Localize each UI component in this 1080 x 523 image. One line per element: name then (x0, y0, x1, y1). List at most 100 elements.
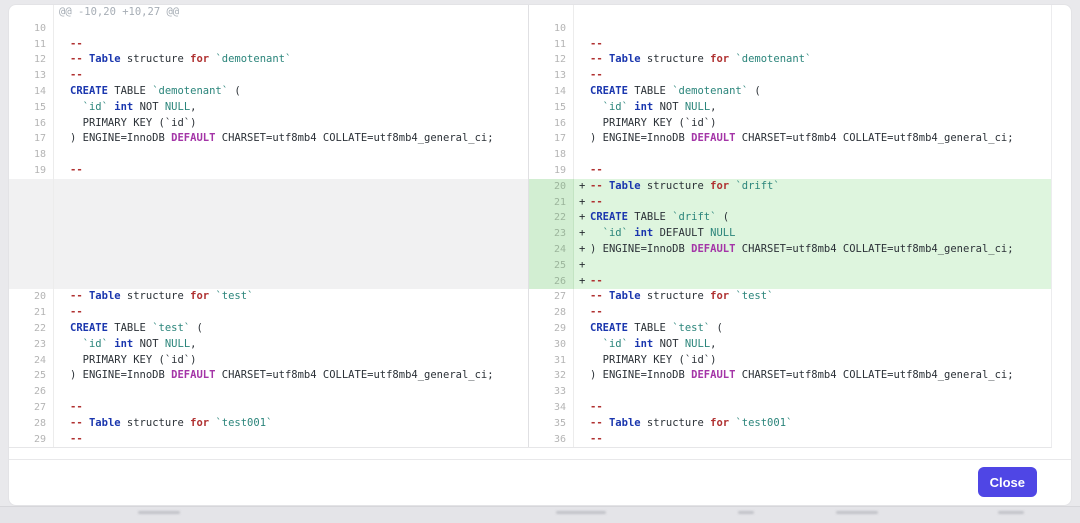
diff-row: 16 PRIMARY KEY (`id`) (529, 116, 1051, 132)
line-number: 26 (9, 384, 54, 400)
line-number: 14 (9, 84, 54, 100)
line-number (9, 226, 54, 242)
diff-row: 15 `id` int NOT NULL, (9, 100, 528, 116)
code-line: CREATE TABLE `test` ( (54, 321, 528, 337)
diff-row: 23+ `id` int DEFAULT NULL (529, 226, 1051, 242)
line-number: 14 (529, 84, 574, 100)
diff-row: 19-- (529, 163, 1051, 179)
placeholder-row (9, 274, 528, 290)
code-token: -- (590, 164, 603, 176)
code-token: `test` (672, 322, 710, 334)
line-number: 27 (9, 400, 54, 416)
diff-pane-left: @@ -10,20 +10,27 @@1011--12-- Table stru… (9, 5, 528, 447)
diff-row: 20+-- Table structure for `drift` (529, 179, 1051, 195)
code-line: `id` int NOT NULL, (54, 100, 528, 116)
line-number: 31 (529, 353, 574, 369)
diff-row: 14CREATE TABLE `demotenant` ( (529, 84, 1051, 100)
diff-row: 15 `id` int NOT NULL, (529, 100, 1051, 116)
code-token: DEFAULT (691, 243, 735, 255)
line-number: 23 (529, 226, 574, 242)
line-number (9, 242, 54, 258)
line-number: 27 (529, 289, 574, 305)
diff-row: 28-- Table structure for `test001` (9, 416, 528, 432)
code-token: TABLE (108, 85, 152, 97)
code-token: structure (641, 417, 711, 429)
code-token: Table (89, 290, 121, 302)
code-token: structure (121, 417, 191, 429)
code-line: ) ENGINE=InnoDB DEFAULT CHARSET=utf8mb4 … (54, 368, 528, 384)
code-token: structure (641, 180, 711, 192)
code-line: -- (54, 305, 528, 321)
code-token: -- (70, 53, 83, 65)
code-token: PRIMARY KEY (`id`) (70, 354, 196, 366)
line-number: 22 (529, 210, 574, 226)
code-token: -- (70, 290, 83, 302)
code-token: ) ENGINE=InnoDB (590, 243, 691, 255)
hunk-header-text: @@ -10,20 +10,27 @@ (59, 6, 179, 18)
code-token: CHARSET=utf8mb4 COLLATE=utf8mb4_general_… (735, 369, 1013, 381)
placeholder-row (9, 226, 528, 242)
line-number: 16 (529, 116, 574, 132)
code-line: -- (574, 400, 1051, 416)
code-token: for (190, 417, 209, 429)
code-token: Table (609, 290, 641, 302)
code-line: `id` int NOT NULL, (54, 337, 528, 353)
line-number: 16 (9, 116, 54, 132)
diff-row: 29CREATE TABLE `test` ( (529, 321, 1051, 337)
diff-row: 22+CREATE TABLE `drift` ( (529, 210, 1051, 226)
line-number: 28 (529, 305, 574, 321)
code-token: ( (710, 322, 723, 334)
code-token: , (190, 338, 196, 350)
close-button[interactable]: Close (978, 467, 1037, 497)
background-content-blur (138, 511, 180, 514)
line-number: 32 (529, 368, 574, 384)
code-token: CREATE (590, 322, 628, 334)
code-token: ) ENGINE=InnoDB (590, 132, 691, 144)
line-number (9, 5, 54, 21)
background-page-strip (0, 506, 1080, 523)
code-token: CREATE (70, 85, 108, 97)
line-number (9, 195, 54, 211)
line-number: 10 (529, 21, 574, 37)
code-token: DEFAULT (691, 132, 735, 144)
code-token: NULL (165, 101, 190, 113)
code-line (54, 226, 528, 242)
code-token: CHARSET=utf8mb4 COLLATE=utf8mb4_general_… (215, 369, 493, 381)
code-token: for (190, 53, 209, 65)
code-token: ( (190, 322, 203, 334)
code-line: + `id` int DEFAULT NULL (574, 226, 1051, 242)
code-token: DEFAULT (691, 369, 735, 381)
code-line (574, 384, 1051, 400)
code-token: ( (748, 85, 761, 97)
diff-row: 30 `id` int NOT NULL, (529, 337, 1051, 353)
line-number (9, 210, 54, 226)
line-number: 10 (9, 21, 54, 37)
diff-row: 29-- (9, 432, 528, 448)
code-line: `id` int NOT NULL, (574, 100, 1051, 116)
diff-marker: + (579, 242, 590, 258)
code-token: ( (716, 211, 729, 223)
code-token: -- (70, 401, 83, 413)
code-token (590, 338, 603, 350)
line-number: 29 (9, 432, 54, 448)
placeholder-row (9, 258, 528, 274)
diff-row: 27-- Table structure for `test` (529, 289, 1051, 305)
line-number: 12 (529, 52, 574, 68)
diff-row: 11-- (9, 37, 528, 53)
code-token: `demotenant` (735, 53, 811, 65)
diff-row: 14CREATE TABLE `demotenant` ( (9, 84, 528, 100)
code-token: DEFAULT (171, 369, 215, 381)
code-line: -- Table structure for `demotenant` (574, 52, 1051, 68)
code-token: DEFAULT (653, 227, 710, 239)
code-token: `test` (152, 322, 190, 334)
background-content-blur (836, 511, 878, 514)
code-token: int (634, 338, 653, 350)
code-token: TABLE (628, 211, 672, 223)
diff-row: 34-- (529, 400, 1051, 416)
diff-marker: + (579, 179, 590, 195)
code-line (54, 274, 528, 290)
line-number: 18 (529, 147, 574, 163)
code-line: +-- Table structure for `drift` (574, 179, 1051, 195)
line-number: 11 (529, 37, 574, 53)
code-token: for (710, 290, 729, 302)
